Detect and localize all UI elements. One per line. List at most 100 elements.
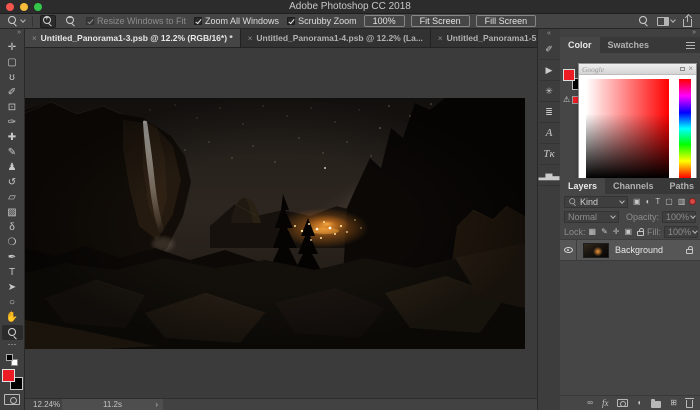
status-expander-icon[interactable]: › — [155, 400, 158, 409]
quick-mask-icon[interactable] — [4, 394, 20, 405]
tab-paths[interactable]: Paths — [662, 178, 700, 194]
visibility-cell[interactable] — [560, 240, 577, 260]
close-tab-icon[interactable]: × — [32, 34, 37, 43]
pen-tool-icon[interactable]: ✒ — [2, 250, 23, 265]
layer-row-background[interactable]: Background — [560, 239, 700, 261]
adjustment-layer-icon[interactable]: ◐ — [637, 398, 642, 408]
gradient-tool-icon[interactable]: ▨ — [2, 205, 23, 220]
search-icon[interactable] — [639, 16, 649, 26]
zoom-out-button[interactable]: − — [63, 15, 79, 28]
tab-color[interactable]: Color — [560, 37, 600, 53]
tab-untitled-panorama1-4[interactable]: × Untitled_Panorama1-4.psb @ 12.2% (La..… — [241, 29, 431, 47]
dodge-tool-icon[interactable]: ❍ — [2, 235, 23, 250]
fit-screen-button[interactable]: Fit Screen — [411, 15, 470, 27]
minimize-window-icon[interactable] — [20, 3, 28, 11]
zoom-all-windows-checkbox[interactable]: Zoom All Windows — [194, 16, 279, 26]
workspace-switcher[interactable] — [657, 17, 675, 26]
blend-mode-select[interactable]: Normal — [564, 211, 619, 223]
checkbox-box[interactable] — [287, 17, 295, 25]
checkbox-box[interactable] — [194, 17, 202, 25]
default-colors-icon[interactable] — [6, 354, 18, 366]
healing-brush-tool-icon[interactable]: ✚ — [2, 130, 23, 145]
lasso-tool-icon[interactable]: ʊ — [2, 70, 23, 85]
hue-slider[interactable] — [679, 79, 691, 178]
zoom-window-icon[interactable] — [34, 3, 42, 11]
crop-tool-icon[interactable]: ⊡ — [2, 100, 23, 115]
lock-all-icon[interactable] — [637, 231, 644, 236]
google-window-titlebar[interactable]: Google × — [579, 64, 696, 75]
clone-stamp-tool-icon[interactable]: ♟ — [2, 160, 23, 175]
foreground-color-swatch[interactable] — [2, 369, 15, 382]
saturation-brightness-field[interactable] — [586, 79, 669, 178]
canvas-image[interactable] — [25, 98, 525, 349]
history-brush-tool-icon[interactable]: ↺ — [2, 175, 23, 190]
google-floating-window[interactable]: Google × — [578, 63, 697, 184]
zoom-100-button[interactable]: 100% — [364, 15, 405, 27]
fill-screen-button[interactable]: Fill Screen — [476, 15, 537, 27]
marquee-tool-icon[interactable]: ▢ — [2, 55, 23, 70]
tk-panel-icon[interactable]: Tᴋ — [539, 144, 560, 165]
properties-panel-icon[interactable]: ≣ — [539, 102, 560, 123]
close-window-icon[interactable] — [6, 3, 14, 11]
histogram-panel-icon[interactable]: ▂▅▃ — [539, 165, 560, 186]
shape-tool-icon[interactable]: ○ — [2, 295, 23, 310]
layer-thumbnail[interactable] — [583, 243, 609, 258]
scrubby-zoom-checkbox[interactable]: Scrubby Zoom — [287, 16, 357, 26]
close-window-icon[interactable]: × — [688, 65, 693, 73]
delete-layer-icon[interactable] — [686, 400, 693, 408]
type-tool-icon[interactable]: T — [2, 265, 23, 280]
lock-pixels-icon[interactable]: ✎ — [601, 227, 608, 237]
zoom-tool-icon[interactable] — [2, 325, 23, 340]
layer-styles-icon[interactable]: fx — [602, 398, 609, 408]
checkbox-box[interactable] — [86, 17, 94, 25]
lock-artboard-icon[interactable]: ▣ — [624, 227, 632, 237]
foreground-color-swatch[interactable] — [563, 69, 575, 81]
opacity-select[interactable]: 100% — [662, 211, 696, 223]
collapse-toolbar-icon[interactable]: » — [17, 29, 24, 40]
filter-toggle-icon[interactable] — [689, 198, 696, 205]
filter-smart-objects-icon[interactable]: ▥ — [678, 197, 686, 207]
add-layer-mask-icon[interactable] — [617, 399, 628, 407]
collapse-panels-icon[interactable]: » — [560, 29, 700, 37]
adjustments-panel-icon[interactable]: ✳ — [539, 81, 560, 102]
filter-adjustment-layers-icon[interactable]: ◐ — [646, 197, 651, 207]
tab-untitled-panorama1-5[interactable]: × Untitled_Panorama1-5.psb @ 12.2% (ra..… — [431, 29, 537, 47]
close-tab-icon[interactable]: × — [248, 34, 253, 43]
lock-position-icon[interactable]: ✛ — [613, 227, 620, 237]
canvas-pasteboard[interactable] — [25, 48, 537, 398]
timing-readout[interactable]: 11.2s › — [62, 399, 163, 410]
path-selection-tool-icon[interactable]: ➤ — [2, 280, 23, 295]
lock-transparency-icon[interactable]: ▦ — [589, 227, 597, 237]
filter-shape-layers-icon[interactable]: ▢ — [665, 197, 673, 207]
brush-tool-icon[interactable]: ✎ — [2, 145, 23, 160]
actions-panel-icon[interactable]: ▶ — [539, 60, 560, 81]
filter-pixel-layers-icon[interactable]: ▣ — [633, 197, 641, 207]
zoom-level-field[interactable]: 12.24% — [25, 400, 62, 409]
layer-name[interactable]: Background — [615, 245, 686, 255]
panel-menu-icon[interactable] — [686, 42, 695, 49]
new-group-icon[interactable] — [651, 401, 661, 408]
quick-selection-tool-icon[interactable]: ✐ — [2, 85, 23, 100]
eyedropper-tool-icon[interactable]: ✑ — [2, 115, 23, 130]
eraser-tool-icon[interactable]: ▱ — [2, 190, 23, 205]
tab-layers[interactable]: Layers — [560, 178, 605, 194]
macos-titlebar[interactable]: Adobe Photoshop CC 2018 — [0, 0, 700, 14]
brush-settings-panel-icon[interactable]: ✐ — [539, 39, 560, 60]
new-layer-icon[interactable]: ⊞ — [670, 398, 677, 408]
resize-windows-to-fit-checkbox[interactable]: Resize Windows to Fit — [86, 16, 186, 26]
restore-window-icon[interactable] — [680, 67, 685, 71]
fill-select[interactable]: 100% — [664, 226, 698, 238]
filter-kind-select[interactable]: Kind — [564, 196, 628, 208]
filter-type-layers-icon[interactable]: T — [655, 197, 660, 207]
expand-dock-icon[interactable]: « — [547, 29, 551, 39]
tab-channels[interactable]: Channels — [605, 178, 662, 194]
tab-swatches[interactable]: Swatches — [600, 37, 658, 53]
tab-untitled-panorama1-3[interactable]: × Untitled_Panorama1-3.psb @ 12.2% (RGB/… — [25, 29, 241, 47]
glyphs-panel-icon[interactable]: A — [539, 123, 560, 144]
share-icon[interactable] — [683, 19, 692, 27]
move-tool-icon[interactable]: ✛ — [2, 40, 23, 55]
hand-tool-icon[interactable]: ✋ — [2, 310, 23, 325]
link-layers-icon[interactable]: ∞ — [587, 398, 593, 408]
edit-toolbar-icon[interactable]: ⋯ — [8, 340, 17, 351]
current-tool-button[interactable] — [8, 16, 25, 26]
